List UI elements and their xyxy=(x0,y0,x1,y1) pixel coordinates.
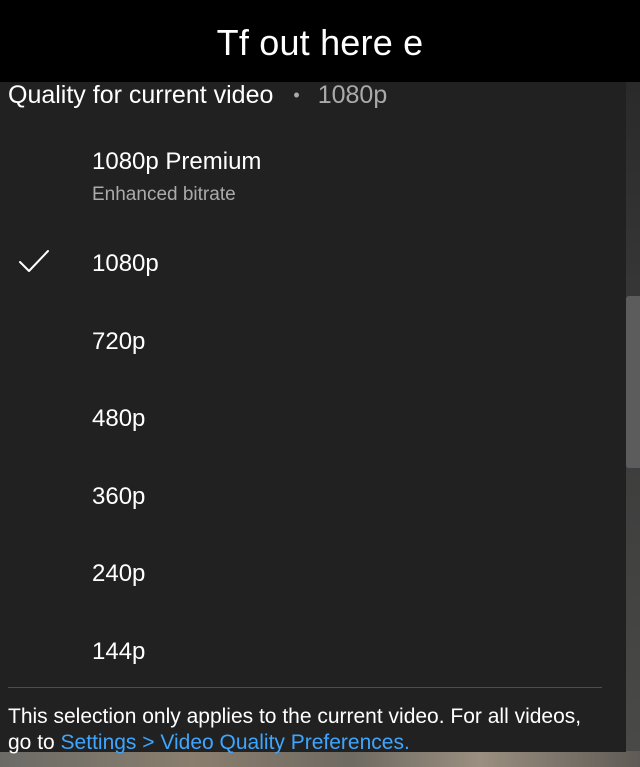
quality-option-label: 720p xyxy=(92,328,146,355)
quality-menu-sheet: Quality for current video • 1080p 1080p … xyxy=(0,82,626,754)
quality-option-480p[interactable]: 480p xyxy=(0,389,626,449)
quality-option-label: 1080p Premium xyxy=(92,148,262,175)
quality-option-720p[interactable]: 720p xyxy=(0,312,626,372)
meme-caption: Tf out here e xyxy=(216,22,424,63)
quality-option-1080p-premium[interactable]: 1080p Premium Enhanced bitrate xyxy=(0,144,626,214)
quality-option-label: 480p xyxy=(92,405,146,432)
video-quality-preferences-link[interactable]: Video Quality Preferences. xyxy=(160,731,409,754)
screenshot: Tf out here e Quality for current video … xyxy=(0,0,640,767)
menu-divider xyxy=(8,687,602,688)
quality-option-sublabel: Enhanced bitrate xyxy=(92,184,236,205)
current-quality-value: 1080p xyxy=(317,81,388,109)
settings-link[interactable]: Settings xyxy=(61,731,137,754)
quality-option-360p[interactable]: 360p xyxy=(0,467,626,527)
quality-header-label: Quality for current video xyxy=(8,81,274,109)
quality-option-1080p[interactable]: 1080p xyxy=(0,234,626,294)
quality-option-label: 1080p xyxy=(92,250,159,277)
link-separator: > xyxy=(136,731,161,754)
quality-option-label: 360p xyxy=(92,483,146,510)
scrollbar-thumb[interactable] xyxy=(626,296,640,468)
checkmark-icon xyxy=(19,250,49,272)
header-separator-dot: • xyxy=(293,85,300,105)
quality-footer-note: This selection only applies to the curre… xyxy=(8,704,608,756)
quality-option-label: 240p xyxy=(92,560,146,587)
quality-option-label: 144p xyxy=(92,638,146,665)
quality-option-240p[interactable]: 240p xyxy=(0,544,626,604)
quality-option-144p[interactable]: 144p xyxy=(0,622,626,682)
quality-menu-header: Quality for current video • 1080p xyxy=(8,82,387,108)
